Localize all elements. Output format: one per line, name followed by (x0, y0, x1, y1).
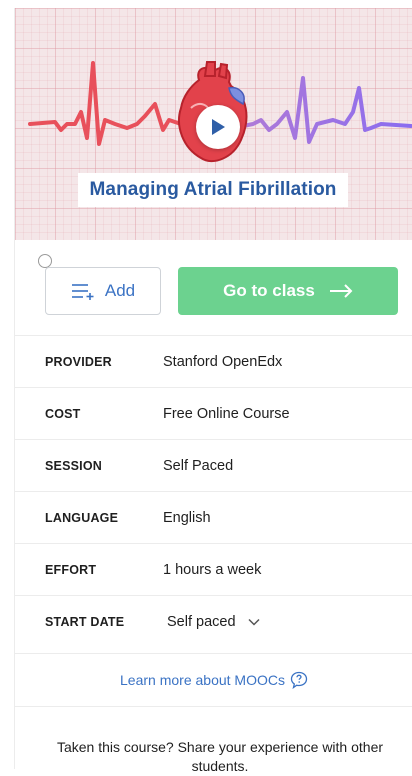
detail-key: PROVIDER (45, 354, 112, 369)
detail-key: LANGUAGE (45, 510, 119, 525)
playlist-add-icon (71, 284, 94, 300)
detail-value: Free Online Course (163, 405, 290, 422)
detail-key: START DATE (45, 614, 125, 629)
detail-value: 1 hours a week (163, 561, 262, 578)
start-date-select[interactable]: Self paced (167, 614, 260, 630)
detail-row-provider: PROVIDER Stanford OpenEdx (15, 335, 412, 387)
resize-handle[interactable] (38, 254, 52, 268)
go-to-class-button[interactable]: Go to class (178, 267, 398, 315)
learn-more-link[interactable]: Learn more about MOOCs (120, 672, 285, 688)
detail-row-language: LANGUAGE English (15, 491, 412, 543)
chevron-down-icon (248, 618, 260, 626)
detail-key: COST (45, 406, 81, 421)
detail-value: Self Paced (163, 457, 234, 474)
course-panel: Managing Atrial Fibrillation Add Go to c… (14, 8, 412, 774)
play-icon (212, 119, 225, 135)
share-experience-prompt: Taken this course? Share your experience… (56, 739, 384, 774)
detail-value: English (163, 509, 211, 526)
detail-key: EFFORT (45, 562, 97, 577)
detail-row-effort: EFFORT 1 hours a week (15, 543, 412, 595)
arrow-right-icon (329, 284, 353, 298)
play-button[interactable] (196, 105, 240, 149)
detail-key: SESSION (45, 458, 102, 473)
course-details-table: PROVIDER Stanford OpenEdx COST Free Onli… (15, 335, 412, 647)
add-button-label: Add (104, 281, 136, 300)
question-bubble-icon[interactable] (290, 671, 308, 689)
detail-row-start-date: START DATE Self paced (15, 595, 412, 647)
add-to-list-button[interactable]: Add (45, 267, 161, 315)
go-button-label: Go to class (223, 281, 315, 300)
learn-more-row: Learn more about MOOCs (15, 653, 412, 707)
detail-row-cost: COST Free Online Course (15, 387, 412, 439)
course-video-thumbnail[interactable]: Managing Atrial Fibrillation (15, 8, 412, 240)
detail-value: Stanford OpenEdx (163, 353, 283, 370)
video-title-banner: Managing Atrial Fibrillation (78, 173, 348, 207)
start-date-selected-value: Self paced (167, 613, 236, 630)
detail-row-session: SESSION Self Paced (15, 439, 412, 491)
